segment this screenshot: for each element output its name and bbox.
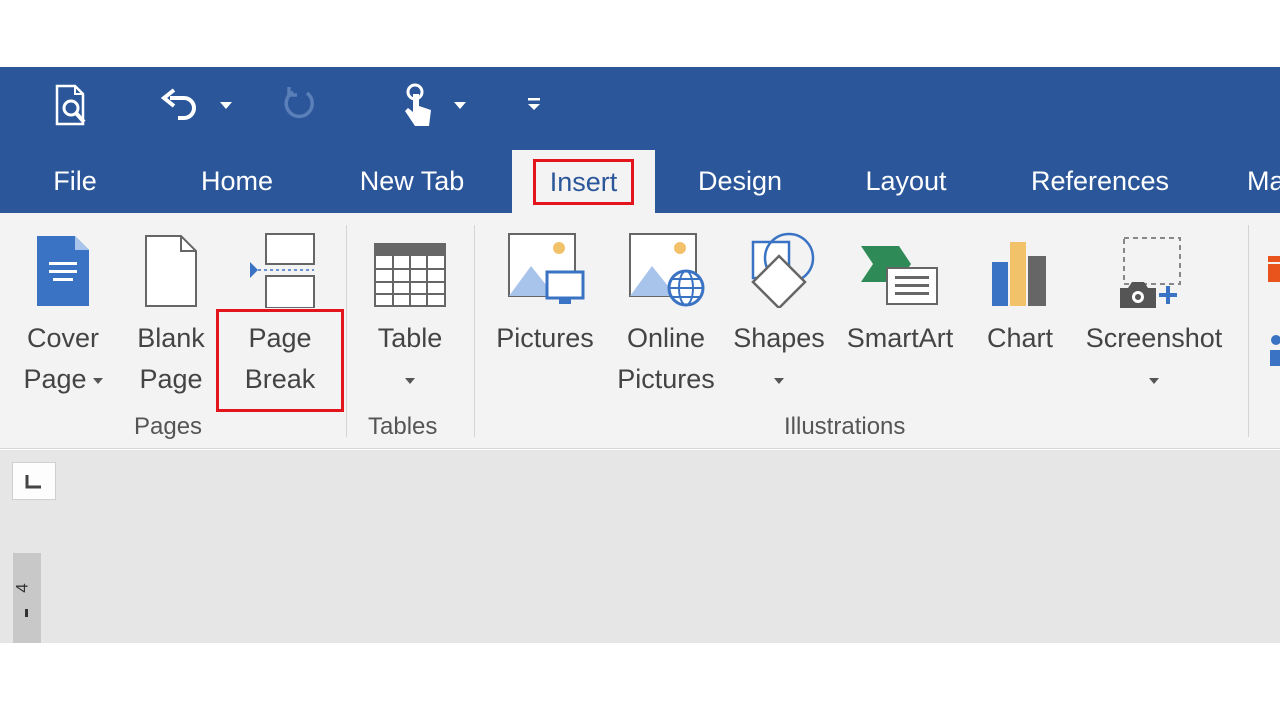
tab-references[interactable]: References bbox=[1012, 150, 1188, 213]
online-pictures-icon bbox=[626, 228, 706, 308]
pictures-icon bbox=[505, 228, 585, 308]
shapes-button[interactable]: Shapes bbox=[728, 228, 830, 400]
blank-page-label: Blank Page bbox=[137, 323, 205, 394]
table-button[interactable]: Table bbox=[360, 228, 460, 400]
cover-page-button[interactable]: Cover Page bbox=[14, 228, 112, 400]
smartart-button[interactable]: SmartArt bbox=[836, 228, 964, 359]
print-preview-icon[interactable] bbox=[48, 82, 94, 128]
tab-design[interactable]: Design bbox=[680, 150, 800, 213]
tab-insert-highlight: Insert bbox=[532, 158, 635, 205]
online-pictures-label: Online Pictures bbox=[617, 323, 715, 394]
table-icon bbox=[373, 228, 447, 308]
document-area[interactable] bbox=[0, 450, 1280, 643]
table-label: Table bbox=[378, 318, 442, 400]
vertical-ruler[interactable]: 4 bbox=[13, 553, 41, 643]
pictures-label: Pictures bbox=[496, 323, 594, 353]
chart-icon bbox=[988, 228, 1052, 308]
tab-home[interactable]: Home bbox=[180, 150, 294, 213]
group-label-pages: Pages bbox=[134, 413, 203, 440]
tab-insert[interactable]: Insert bbox=[512, 150, 655, 213]
shapes-label: Shapes bbox=[733, 318, 825, 400]
group-separator bbox=[346, 225, 347, 437]
screenshot-icon bbox=[1114, 228, 1194, 308]
tab-file[interactable]: File bbox=[36, 150, 114, 213]
cover-page-icon bbox=[35, 228, 91, 308]
shapes-icon bbox=[739, 228, 819, 308]
online-pictures-button[interactable]: Online Pictures bbox=[608, 228, 724, 400]
left-tab-icon bbox=[25, 475, 41, 489]
smartart-icon bbox=[859, 228, 941, 308]
page-break-highlight bbox=[216, 309, 344, 412]
blank-page-icon bbox=[143, 228, 199, 308]
pictures-button[interactable]: Pictures bbox=[486, 228, 604, 359]
touch-dropdown-icon[interactable] bbox=[450, 95, 470, 115]
screenshot-button[interactable]: Screenshot bbox=[1076, 228, 1232, 400]
group-label-tables: Tables bbox=[368, 413, 438, 440]
page-break-icon bbox=[244, 228, 316, 308]
store-icon[interactable] bbox=[1264, 252, 1280, 286]
tab-mailings[interactable]: Ma bbox=[1240, 150, 1280, 213]
chart-button[interactable]: Chart bbox=[974, 228, 1066, 359]
my-addins-icon[interactable] bbox=[1266, 330, 1280, 370]
customize-qat-icon[interactable] bbox=[522, 92, 546, 116]
touch-mode-icon[interactable] bbox=[396, 80, 438, 130]
tab-layout[interactable]: Layout bbox=[846, 150, 966, 213]
ruler-tick bbox=[25, 609, 28, 617]
tab-selector[interactable] bbox=[12, 462, 56, 500]
group-separator bbox=[1248, 225, 1249, 437]
blank-page-button[interactable]: Blank Page bbox=[124, 228, 218, 400]
ruler-number: 4 bbox=[12, 583, 32, 593]
undo-icon[interactable] bbox=[158, 84, 202, 124]
undo-dropdown-icon[interactable] bbox=[216, 95, 236, 115]
chart-label: Chart bbox=[986, 323, 1054, 353]
tab-new-tab[interactable]: New Tab bbox=[340, 150, 484, 213]
redo-icon[interactable] bbox=[278, 84, 322, 124]
smartart-label: SmartArt bbox=[846, 323, 954, 353]
group-label-illustrations: Illustrations bbox=[784, 413, 906, 440]
group-separator bbox=[474, 225, 475, 437]
screenshot-label: Screenshot bbox=[1086, 318, 1222, 400]
cover-page-label: Cover Page bbox=[23, 318, 103, 400]
